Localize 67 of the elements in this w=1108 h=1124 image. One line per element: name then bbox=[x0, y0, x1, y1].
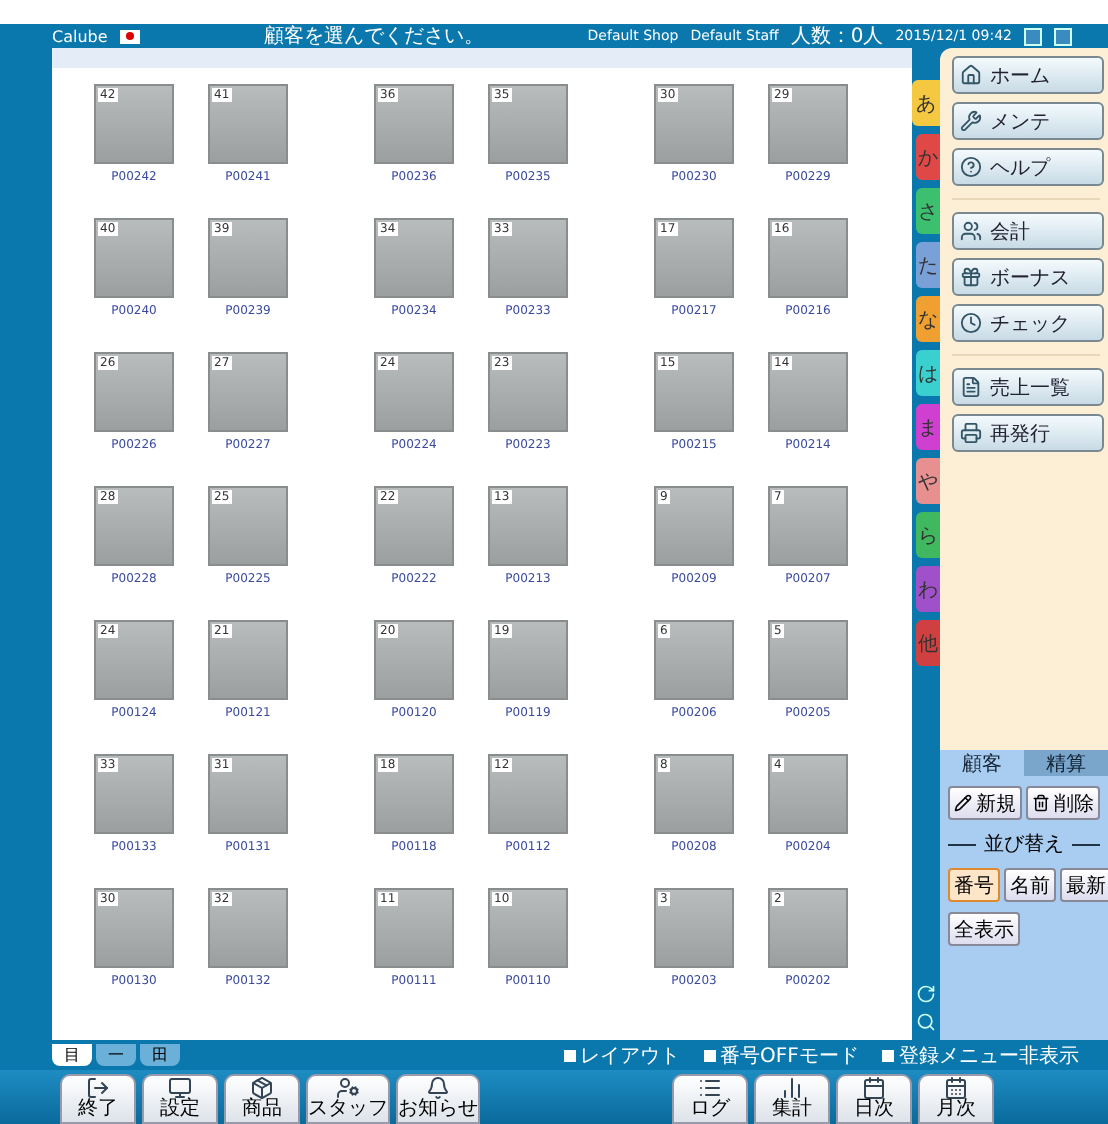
toolbar-icon bbox=[336, 1076, 360, 1100]
option-label: 登録メニュー非表示 bbox=[898, 1043, 1079, 1069]
index-tab[interactable]: は bbox=[916, 350, 940, 396]
menu-button[interactable]: チェック bbox=[952, 304, 1104, 342]
index-tab[interactable]: ら bbox=[916, 512, 940, 558]
menu-button[interactable]: 売上一覧 bbox=[952, 368, 1104, 406]
toolbar-icon bbox=[86, 1076, 110, 1100]
flag-icon bbox=[119, 29, 140, 43]
panel-tab[interactable]: 精算 bbox=[1024, 750, 1108, 776]
menu-button[interactable]: 会計 bbox=[952, 212, 1104, 250]
checkbox[interactable] bbox=[564, 1049, 576, 1061]
menu-icon bbox=[960, 156, 982, 178]
menu-icon bbox=[960, 422, 982, 444]
pencil-icon bbox=[954, 794, 972, 812]
index-tab[interactable]: た bbox=[916, 242, 940, 288]
status-message: 顧客を選んでください。 bbox=[263, 23, 484, 50]
menu-icon bbox=[960, 312, 982, 334]
index-tab[interactable]: さ bbox=[916, 188, 940, 234]
toolbar-icon bbox=[250, 1076, 274, 1100]
toolbar-icon bbox=[862, 1076, 886, 1100]
view-tab[interactable]: 田 bbox=[140, 1044, 180, 1066]
action-button[interactable]: 削除 bbox=[1026, 786, 1100, 820]
option-label: レイアウト bbox=[580, 1043, 680, 1069]
menu-icon bbox=[960, 64, 982, 86]
menu-button[interactable]: ボーナス bbox=[952, 258, 1104, 296]
index-tab[interactable]: な bbox=[916, 296, 940, 342]
toolbar-icon bbox=[780, 1076, 804, 1100]
menu-button[interactable]: メンテ bbox=[952, 102, 1104, 140]
index-tab[interactable]: や bbox=[916, 458, 940, 504]
view-tab[interactable]: 目 bbox=[52, 1044, 92, 1066]
customer-count: 人数：0人 bbox=[790, 24, 884, 50]
show-all-button[interactable]: 全表示 bbox=[948, 912, 1020, 946]
minimize-button[interactable] bbox=[1023, 27, 1042, 45]
app-name: Calube bbox=[52, 27, 108, 45]
view-tab[interactable]: 一 bbox=[96, 1044, 136, 1066]
toolbar-button[interactable]: 月次 bbox=[918, 1074, 994, 1124]
menu-icon bbox=[960, 266, 982, 288]
menu-button[interactable]: ホーム bbox=[952, 56, 1104, 94]
sort-button[interactable]: 最新 bbox=[1060, 868, 1108, 902]
sort-button[interactable]: 番号 bbox=[948, 868, 1000, 902]
menu-button[interactable]: 再発行 bbox=[952, 414, 1104, 452]
toolbar-button[interactable]: 集計 bbox=[754, 1074, 830, 1124]
index-tab[interactable]: あ bbox=[912, 80, 940, 126]
menu-icon bbox=[960, 110, 982, 132]
toolbar-icon bbox=[426, 1076, 450, 1100]
action-button[interactable]: 新規 bbox=[948, 786, 1022, 820]
toolbar-button[interactable]: 日次 bbox=[836, 1074, 912, 1124]
toolbar-icon bbox=[944, 1076, 968, 1100]
toolbar-button[interactable]: 商品 bbox=[224, 1074, 300, 1124]
sort-label: 並び替え bbox=[984, 831, 1064, 858]
menu-icon bbox=[960, 220, 982, 242]
toolbar-button[interactable]: スタッフ bbox=[306, 1074, 390, 1124]
toolbar-button[interactable]: お知らせ bbox=[396, 1074, 480, 1124]
refresh-icon[interactable] bbox=[916, 984, 936, 1004]
toolbar-button[interactable]: 終了 bbox=[60, 1074, 136, 1124]
close-button[interactable] bbox=[1053, 27, 1072, 45]
option-label: 番号OFFモード bbox=[720, 1043, 859, 1069]
toolbar-button[interactable]: ログ bbox=[672, 1074, 748, 1124]
menu-button[interactable]: ヘルプ bbox=[952, 148, 1104, 186]
checkbox[interactable] bbox=[882, 1049, 895, 1061]
checkbox[interactable] bbox=[704, 1049, 716, 1061]
search-icon[interactable] bbox=[916, 1012, 936, 1032]
menu-icon bbox=[960, 376, 982, 398]
toolbar-icon bbox=[168, 1076, 192, 1100]
sort-button[interactable]: 名前 bbox=[1004, 868, 1056, 902]
trash-icon bbox=[1032, 794, 1050, 812]
toolbar-button[interactable]: 設定 bbox=[142, 1074, 218, 1124]
